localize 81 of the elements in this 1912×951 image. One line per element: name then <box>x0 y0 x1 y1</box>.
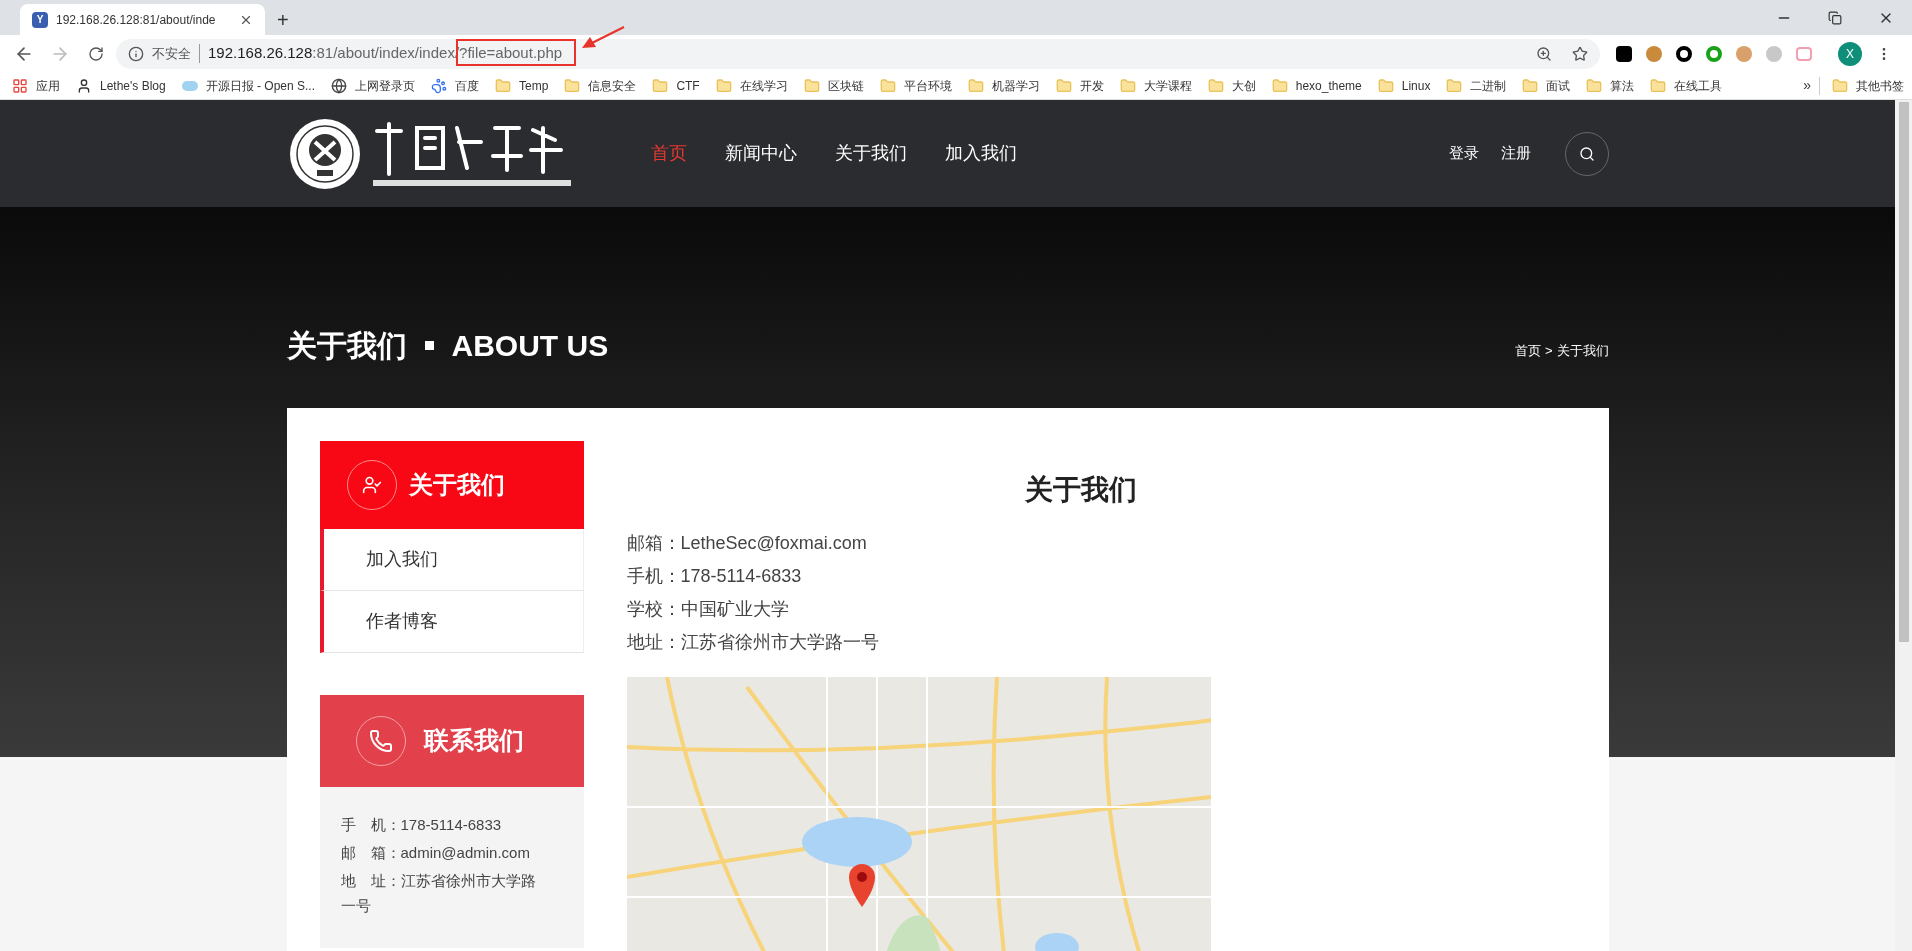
bookmark-item[interactable]: 在线工具 <box>1650 76 1723 95</box>
reload-icon[interactable] <box>88 45 104 62</box>
contact-line: 地 址：江苏省徐州市大学路一号 <box>340 871 537 916</box>
folder-icon <box>1377 77 1394 94</box>
tab-title: 192.168.26.128:81/about/inde <box>56 11 217 29</box>
restore-icon[interactable] <box>1828 10 1842 25</box>
bookmark-item[interactable]: Linux <box>1377 76 1431 95</box>
contact-line: 手 机：178-5114-6833 <box>340 815 503 835</box>
avatar-icon <box>76 77 92 94</box>
bookmark-item[interactable]: 区块链 <box>803 76 864 95</box>
bookmark-item[interactable]: hexo_theme <box>1271 76 1362 95</box>
content-title: 关于我们 <box>1025 473 1137 507</box>
bookmark-item[interactable]: 算法 <box>1586 76 1635 95</box>
contact-title: 联系我们 <box>423 725 524 757</box>
folder-icon <box>495 77 512 94</box>
bookmark-item[interactable]: 信息安全 <box>564 76 637 95</box>
folder-icon <box>1207 77 1224 94</box>
nav-link[interactable]: 加入我们 <box>944 140 1017 167</box>
search-icon <box>1578 145 1595 162</box>
sidebar-item[interactable]: 作者博客 <box>319 591 584 653</box>
info-line: 邮箱：LetheSec@foxmai.com <box>626 532 868 555</box>
auth-link[interactable]: 注册 <box>1500 142 1531 165</box>
bookmark-item[interactable]: 二进制 <box>1446 76 1507 95</box>
folder-icon <box>652 77 669 94</box>
bookmark-item[interactable]: 机器学习 <box>967 76 1040 95</box>
folder-icon <box>1522 77 1539 94</box>
zoom-icon[interactable] <box>1536 45 1552 62</box>
folder-icon <box>1832 77 1848 94</box>
tab-favicon: Y <box>32 11 48 28</box>
folder-icon <box>1119 77 1136 94</box>
more-bookmarks-button[interactable]: » <box>1795 75 1819 96</box>
bookmark-item[interactable]: 开发 <box>1055 76 1104 95</box>
star-icon[interactable] <box>1572 45 1588 62</box>
info-line: 手机：178-5114-6833 <box>626 565 803 588</box>
browser-tab[interactable]: Y 192.168.26.128:81/about/inde <box>20 4 265 35</box>
folder-icon <box>967 77 984 94</box>
extension-icon[interactable] <box>1616 45 1632 62</box>
sidebar-title: 关于我们 <box>408 470 505 500</box>
bookmark-item[interactable]: Temp <box>495 76 549 95</box>
bookmark-item[interactable]: 百度 <box>431 76 480 95</box>
square-icon <box>424 341 434 350</box>
contact-line: 邮 箱：admin@admin.com <box>340 843 531 863</box>
folder-icon <box>1446 77 1463 94</box>
paw-icon <box>431 77 448 94</box>
sidebar-item[interactable]: 加入我们 <box>319 529 584 591</box>
breadcrumb-link[interactable]: 首页 > <box>1515 340 1553 360</box>
folder-icon <box>803 77 820 94</box>
nav-link[interactable]: 关于我们 <box>834 140 907 167</box>
page-title: 关于我们 <box>286 328 407 364</box>
bookmark-item[interactable]: 面试 <box>1522 76 1571 95</box>
folder-icon <box>715 77 732 94</box>
globe-icon <box>331 77 348 94</box>
security-label: 不安全 <box>152 43 200 64</box>
info-icon <box>128 45 144 62</box>
nav-link[interactable]: 新闻中心 <box>724 140 797 167</box>
bookmark-item[interactable]: 大学课程 <box>1119 76 1192 95</box>
ring-icon[interactable] <box>1676 45 1692 62</box>
bookmark-item[interactable]: 在线学习 <box>715 76 788 95</box>
bookmark-item[interactable]: Lethe's Blog <box>76 76 166 95</box>
auth-link[interactable]: 登录 <box>1448 142 1479 165</box>
folder-icon <box>1055 77 1072 94</box>
info-line: 地址：江苏省徐州市大学路一号 <box>626 631 880 654</box>
folder-icon <box>1650 77 1667 94</box>
cloud-icon <box>181 80 198 91</box>
folder-icon <box>564 77 581 94</box>
bookmark-item[interactable]: CTF <box>652 76 700 95</box>
folder-icon <box>879 77 896 94</box>
apps-grid-icon <box>12 77 28 94</box>
info-line: 学校：中国矿业大学 <box>626 598 790 621</box>
new-tab-button[interactable]: + <box>265 4 301 35</box>
bookmark-item[interactable]: 上网登录页 <box>331 76 416 95</box>
bookmark-item[interactable]: 大创 <box>1207 76 1256 95</box>
page-title-english: ABOUT US <box>451 328 609 364</box>
bookmark-item[interactable]: 平台环境 <box>879 76 952 95</box>
bookmark-item[interactable]: 其他书签 <box>1819 76 1904 95</box>
profile-avatar[interactable]: X <box>1838 41 1862 66</box>
bookmark-item[interactable]: 开源日报 - Open S... <box>181 76 316 95</box>
breadcrumb-link[interactable]: 关于我们 <box>1556 340 1609 360</box>
folder-icon <box>1271 77 1288 94</box>
bookmark-item[interactable]: 应用 <box>12 76 60 95</box>
folder-icon <box>1586 77 1603 94</box>
